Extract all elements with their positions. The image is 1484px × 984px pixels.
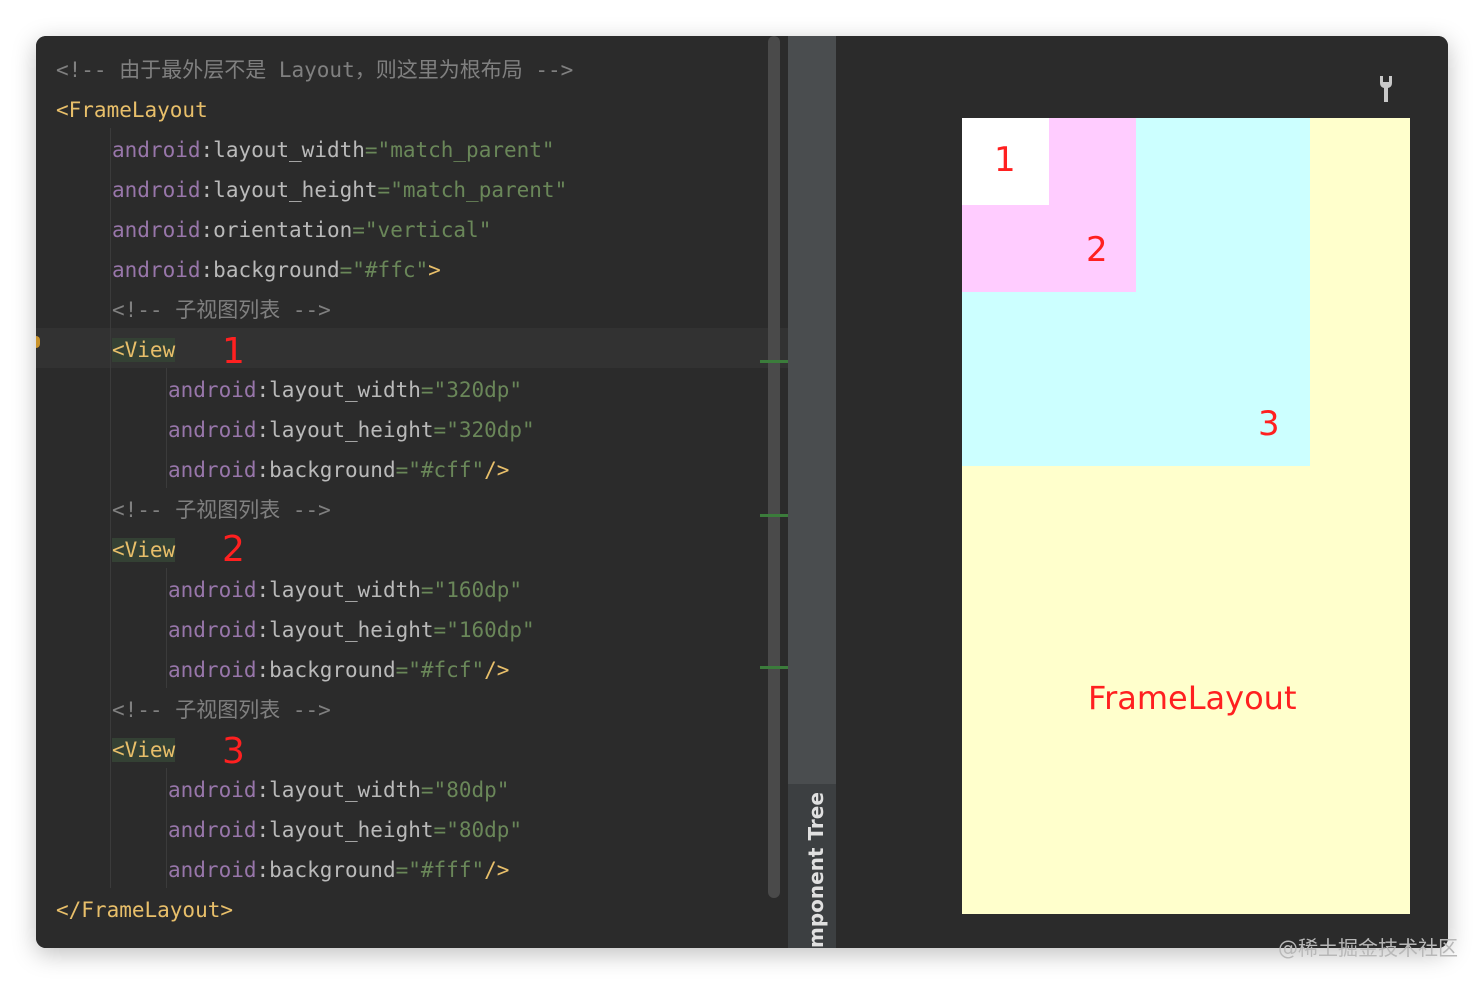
indent-guide <box>166 768 167 888</box>
preview-label-1: 1 <box>994 140 1016 180</box>
attr-namespace: android <box>112 258 201 282</box>
framelayout-preview[interactable]: 1 2 3 FrameLayout <box>962 118 1410 914</box>
attr-value: "match_parent" <box>390 178 568 202</box>
code-attr-line: android:layout_height="80dp" <box>168 818 523 842</box>
code-view-open: <View <box>112 330 176 370</box>
layout-preview-pane: 1 2 3 FrameLayout <box>836 36 1448 948</box>
change-marker <box>760 514 788 517</box>
code-attr-line: android:background="#fcf"/> <box>168 658 510 682</box>
change-marker <box>760 666 788 669</box>
indent-guide <box>166 368 167 488</box>
tag-framelayout-close: </FrameLayout> <box>56 898 234 922</box>
tag-framelayout-open: <FrameLayout <box>56 98 208 122</box>
code-attr-line: android:orientation="vertical" <box>112 218 492 242</box>
tool-window-strip-top <box>788 36 836 784</box>
attr-value: "80dp" <box>433 778 510 802</box>
attr-value: "#ffc" <box>352 258 429 282</box>
tag-view-open: <View <box>112 338 176 362</box>
code-frame-open: <FrameLayout <box>56 90 208 130</box>
code-attr-line: android:layout_width="80dp" <box>168 778 510 802</box>
attr-name: layout_width <box>213 138 365 162</box>
code-attr-line: android:layout_width="160dp" <box>168 578 523 602</box>
attr-name: layout_height <box>213 178 378 202</box>
attr-value: "80dp" <box>446 818 523 842</box>
view-number-label: 1 <box>222 331 245 372</box>
wrench-icon[interactable] <box>1376 74 1396 104</box>
attr-value: "vertical" <box>364 218 492 242</box>
change-marker <box>760 360 788 363</box>
code-child-comment: <!-- 子视图列表 --> <box>112 298 331 322</box>
code-view-open: <View <box>112 530 176 570</box>
view-number-label: 2 <box>222 529 245 570</box>
attr-value: "160dp" <box>433 578 523 602</box>
attr-value: "match_parent" <box>377 138 555 162</box>
watermark: @稀土掘金技术社区 <box>1278 936 1458 960</box>
attr-name: orientation <box>213 218 353 242</box>
code-editor[interactable]: <!-- 由于最外层不是 Layout，则这里为根布局 --> <FrameLa… <box>36 36 788 948</box>
attr-namespace: android <box>112 178 201 202</box>
attr-value: "320dp" <box>433 378 523 402</box>
view-number-label: 3 <box>222 731 245 772</box>
code-child-comment: <!-- 子视图列表 --> <box>112 698 331 722</box>
preview-label-framelayout: FrameLayout <box>1088 679 1297 717</box>
code-attr-line: android:layout_width="320dp" <box>168 378 523 402</box>
attr-value: "160dp" <box>446 618 535 642</box>
code-view-open: <View <box>112 730 176 770</box>
attr-name: background <box>213 258 340 282</box>
attr-namespace: android <box>112 218 201 242</box>
code-frame-close: </FrameLayout> <box>56 890 233 930</box>
indent-guide <box>110 128 111 888</box>
attr-value: "#fff" <box>408 858 485 882</box>
code-attr-line: android:layout_width="match_parent" <box>112 138 555 162</box>
attr-value: "#fcf" <box>408 658 485 682</box>
indent-guide <box>166 568 167 688</box>
code-attr-line: android:layout_height="320dp" <box>168 418 535 442</box>
attr-value: "#cff" <box>408 458 485 482</box>
code-attr-line: android:background="#ffc"> <box>112 258 441 282</box>
code-attr-line: android:background="#fff"/> <box>168 858 510 882</box>
preview-label-3: 3 <box>1258 404 1280 444</box>
tag-view-open: <View <box>112 538 176 562</box>
code-attr-line: android:background="#cff"/> <box>168 458 510 482</box>
attr-namespace: android <box>112 138 201 162</box>
editor-scrollbar[interactable] <box>768 36 780 898</box>
component-tree-tab[interactable]: mponent Tree <box>804 792 828 948</box>
tag-view-open: <View <box>112 738 176 762</box>
code-attr-line: android:layout_height="match_parent" <box>112 178 568 202</box>
preview-label-2: 2 <box>1086 230 1108 270</box>
code-comment-root: <!-- 由于最外层不是 Layout，则这里为根布局 --> <box>56 58 574 82</box>
code-attr-line: android:layout_height="160dp" <box>168 618 535 642</box>
code-child-comment: <!-- 子视图列表 --> <box>112 498 331 522</box>
ide-window: <!-- 由于最外层不是 Layout，则这里为根布局 --> <FrameLa… <box>36 36 1448 948</box>
attr-value: "320dp" <box>446 418 535 442</box>
